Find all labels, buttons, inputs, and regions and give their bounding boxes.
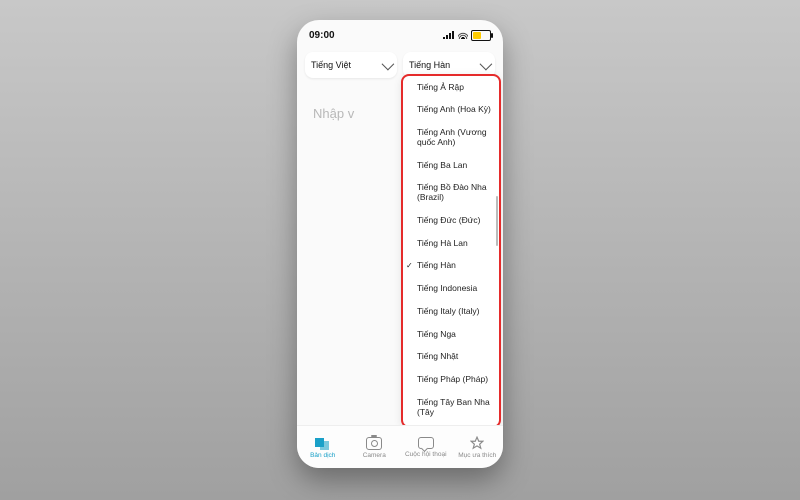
tab-label: Bản dịch — [310, 452, 335, 459]
tab-camera[interactable]: Camera — [349, 426, 401, 468]
tab-favorites[interactable]: Mục ưa thích — [452, 426, 504, 468]
status-time: 09:00 — [309, 30, 335, 41]
phone-frame: 09:00 Tiếng Việt Tiếng Hàn Nhập v Tiếng … — [297, 20, 503, 468]
language-option[interactable]: Tiếng Italy (Italy) — [403, 300, 499, 323]
status-right — [443, 30, 491, 41]
star-icon — [470, 436, 484, 450]
battery-icon — [471, 30, 491, 41]
language-option[interactable]: Tiếng Nhật — [403, 346, 499, 369]
source-language-button[interactable]: Tiếng Việt — [305, 52, 397, 78]
status-bar: 09:00 — [297, 20, 503, 46]
chevron-down-icon — [382, 57, 395, 70]
language-option[interactable]: Tiếng Indonesia — [403, 278, 499, 301]
language-option[interactable]: Tiếng Pháp (Pháp) — [403, 369, 499, 392]
tab-translate[interactable]: Bản dịch — [297, 426, 349, 468]
input-placeholder: Nhập v — [313, 106, 354, 121]
tab-label: Camera — [363, 452, 386, 459]
tab-label: Mục ưa thích — [458, 452, 496, 459]
target-language-dropdown: Tiếng Ả Rập Tiếng Anh (Hoa Kỳ) Tiếng Anh… — [403, 76, 499, 426]
language-option[interactable]: Tiếng Đức (Đức) — [403, 209, 499, 232]
scrollbar-thumb[interactable] — [496, 196, 498, 246]
source-language-label: Tiếng Việt — [311, 60, 351, 70]
language-option-selected[interactable]: Tiếng Hàn — [403, 255, 499, 278]
language-option[interactable]: Tiếng Anh (Hoa Kỳ) — [403, 99, 499, 122]
cellular-icon — [443, 31, 455, 39]
tab-label: Cuộc hội thoại — [405, 451, 447, 458]
language-option[interactable]: Tiếng Tây Ban Nha (Tây — [403, 391, 499, 424]
language-option[interactable]: Tiếng Ả Rập — [403, 76, 499, 99]
wifi-icon — [458, 31, 468, 39]
language-option[interactable]: Tiếng Bồ Đào Nha (Brazil) — [403, 177, 499, 210]
chat-icon — [418, 437, 434, 449]
tab-conversation[interactable]: Cuộc hội thoại — [400, 426, 452, 468]
language-option[interactable]: Tiếng Anh (Vương quốc Anh) — [403, 122, 499, 155]
translate-icon — [315, 436, 331, 450]
camera-icon — [366, 437, 382, 450]
target-language-button[interactable]: Tiếng Hàn — [403, 52, 495, 78]
language-option[interactable]: Tiếng Nga — [403, 323, 499, 346]
chevron-down-icon — [480, 57, 493, 70]
tab-bar: Bản dịch Camera Cuộc hội thoại Mục ưa th… — [297, 425, 503, 468]
language-option[interactable]: Tiếng Hà Lan — [403, 232, 499, 255]
language-option[interactable]: Tiếng Ba Lan — [403, 154, 499, 177]
target-language-label: Tiếng Hàn — [409, 60, 450, 70]
dropdown-scroll[interactable]: Tiếng Ả Rập Tiếng Anh (Hoa Kỳ) Tiếng Anh… — [403, 76, 499, 426]
